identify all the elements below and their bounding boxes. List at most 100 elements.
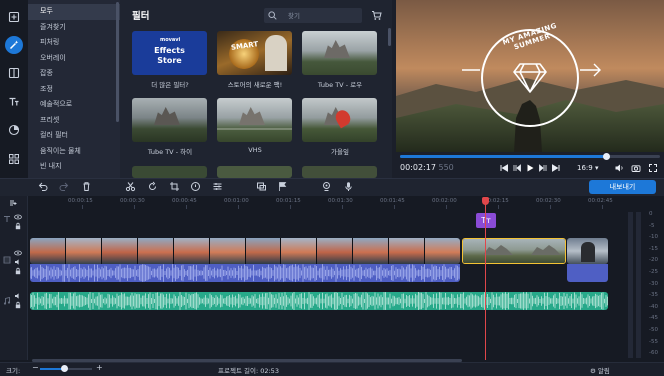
filter-label: VHS xyxy=(248,146,262,154)
filter-thumbnail[interactable] xyxy=(302,166,377,178)
category-adjust[interactable]: 조정 xyxy=(28,82,120,98)
gear-icon: ⚙ xyxy=(590,367,596,375)
filter-thumbnail[interactable] xyxy=(217,98,292,142)
meter-scale-label: 0 xyxy=(649,211,653,217)
more-tools-icon[interactable] xyxy=(5,150,23,168)
snapshot-icon[interactable] xyxy=(631,163,641,173)
titles-icon[interactable] xyxy=(5,93,23,111)
lock-icon[interactable] xyxy=(14,222,22,230)
category-overlay[interactable]: 오버레이 xyxy=(28,51,120,67)
visibility-icon[interactable] xyxy=(14,249,22,257)
search-placeholder: 찾기 xyxy=(288,12,300,20)
crop-icon[interactable] xyxy=(169,181,180,192)
video-preview[interactable]: MY AMAZING SUMMER xyxy=(396,0,664,152)
play-icon[interactable] xyxy=(525,163,535,173)
timeline-toolbar xyxy=(0,178,664,196)
export-button[interactable]: 내보내기 xyxy=(589,180,656,194)
filter-thumbnail[interactable] xyxy=(217,166,292,178)
volume-icon[interactable] xyxy=(614,163,624,173)
cart-icon[interactable] xyxy=(371,10,382,21)
category-color-filters[interactable]: 컬러 필터 xyxy=(28,128,120,144)
filter-thumbnail[interactable] xyxy=(302,98,377,142)
filter-thumbnail[interactable] xyxy=(132,98,207,142)
import-icon[interactable] xyxy=(5,8,23,26)
category-presets[interactable]: 프리셋 xyxy=(28,113,120,129)
adjust-icon[interactable] xyxy=(212,181,223,192)
transitions-icon[interactable] xyxy=(5,64,23,82)
search-input[interactable] xyxy=(264,8,362,23)
webcam-icon[interactable] xyxy=(321,181,332,192)
new-pack-thumbnail[interactable]: SMART xyxy=(217,31,292,75)
clip-audio-waveform[interactable] xyxy=(567,264,608,282)
step-back-icon[interactable] xyxy=(512,163,522,173)
music-clip[interactable] xyxy=(30,292,608,310)
category-featured[interactable]: 피처링 xyxy=(28,35,120,51)
ruler-tick xyxy=(550,205,551,209)
cut-icon[interactable] xyxy=(125,181,136,192)
magic-wand-icon[interactable] xyxy=(5,36,23,54)
delete-icon[interactable] xyxy=(81,181,92,192)
category-misc[interactable]: 잡종 xyxy=(28,66,120,82)
title-clip[interactable]: Tт xyxy=(476,213,496,228)
store-line1: Effects xyxy=(154,46,185,55)
ruler-tick xyxy=(82,205,83,209)
fullscreen-icon[interactable] xyxy=(648,163,658,173)
category-scrollbar[interactable] xyxy=(116,2,119,122)
category-vignette[interactable]: 빈 내지 xyxy=(28,159,120,175)
filter-label: 가을잎 xyxy=(331,148,349,156)
notifications-button[interactable]: ⚙ 알림 xyxy=(590,365,610,375)
playhead-handle[interactable] xyxy=(482,197,489,205)
lock-icon[interactable] xyxy=(14,301,22,309)
zoom-slider-handle[interactable] xyxy=(61,365,68,372)
video-clip[interactable] xyxy=(567,238,608,264)
microphone-icon[interactable] xyxy=(343,181,354,192)
filter-label: Tube TV - 하이 xyxy=(147,148,193,156)
category-favorites[interactable]: 즐겨찾기 xyxy=(28,20,120,36)
overlay-icon[interactable] xyxy=(256,181,267,192)
category-artistic[interactable]: 예술적으로 xyxy=(28,97,120,113)
ruler-tick xyxy=(134,205,135,209)
meter-scale-label: -55 xyxy=(649,338,658,345)
video-track-icon xyxy=(3,256,11,264)
seek-progress xyxy=(400,155,606,158)
speaker-icon[interactable] xyxy=(14,258,22,266)
store-brand: movavi xyxy=(160,37,181,43)
ruler-tick xyxy=(394,205,395,209)
category-moving-objects[interactable]: 움직이는 물체 xyxy=(28,144,120,160)
selected-video-clip[interactable] xyxy=(462,238,566,264)
aspect-ratio-select[interactable]: 16:9 ▾ xyxy=(577,164,598,172)
ruler-time-label: 00:00:30 xyxy=(120,198,145,204)
seek-handle[interactable] xyxy=(603,153,610,160)
visibility-icon[interactable] xyxy=(14,213,22,221)
marker-flag-icon[interactable] xyxy=(277,181,288,192)
panel-scrollbar[interactable] xyxy=(388,28,391,46)
clip-audio-waveform[interactable] xyxy=(30,264,460,282)
ruler-time-label: 00:01:45 xyxy=(380,198,405,204)
category-all[interactable]: 모두 xyxy=(28,4,120,20)
add-track-icon[interactable] xyxy=(9,199,17,207)
ruler-time-label: 00:02:00 xyxy=(432,198,457,204)
effects-store-thumbnail[interactable]: movavi Effects Store xyxy=(132,31,207,75)
meter-left-channel xyxy=(628,212,633,358)
meter-scale-label: -35 xyxy=(649,292,658,299)
skip-back-icon[interactable] xyxy=(499,163,509,173)
ruler-tick xyxy=(342,205,343,209)
meter-right-channel xyxy=(636,212,641,358)
zoom-in-icon[interactable]: + xyxy=(96,363,103,372)
stickers-icon[interactable] xyxy=(5,121,23,139)
skip-forward-icon[interactable] xyxy=(551,163,561,173)
zoom-out-icon[interactable]: − xyxy=(32,363,39,372)
search-icon xyxy=(268,11,277,20)
rotate-icon[interactable] xyxy=(147,181,158,192)
filter-label: 더 많은 필터? xyxy=(151,81,189,89)
meter-scale-label: -30 xyxy=(649,280,658,287)
filter-thumbnail[interactable] xyxy=(132,166,207,178)
speaker-icon[interactable] xyxy=(14,292,22,300)
step-forward-icon[interactable] xyxy=(538,163,548,173)
filter-thumbnail[interactable] xyxy=(302,31,377,75)
clip-properties-icon[interactable] xyxy=(190,181,201,192)
video-clip[interactable] xyxy=(30,238,460,264)
undo-icon[interactable] xyxy=(37,181,48,192)
redo-icon[interactable] xyxy=(59,181,70,192)
lock-icon[interactable] xyxy=(14,267,22,275)
